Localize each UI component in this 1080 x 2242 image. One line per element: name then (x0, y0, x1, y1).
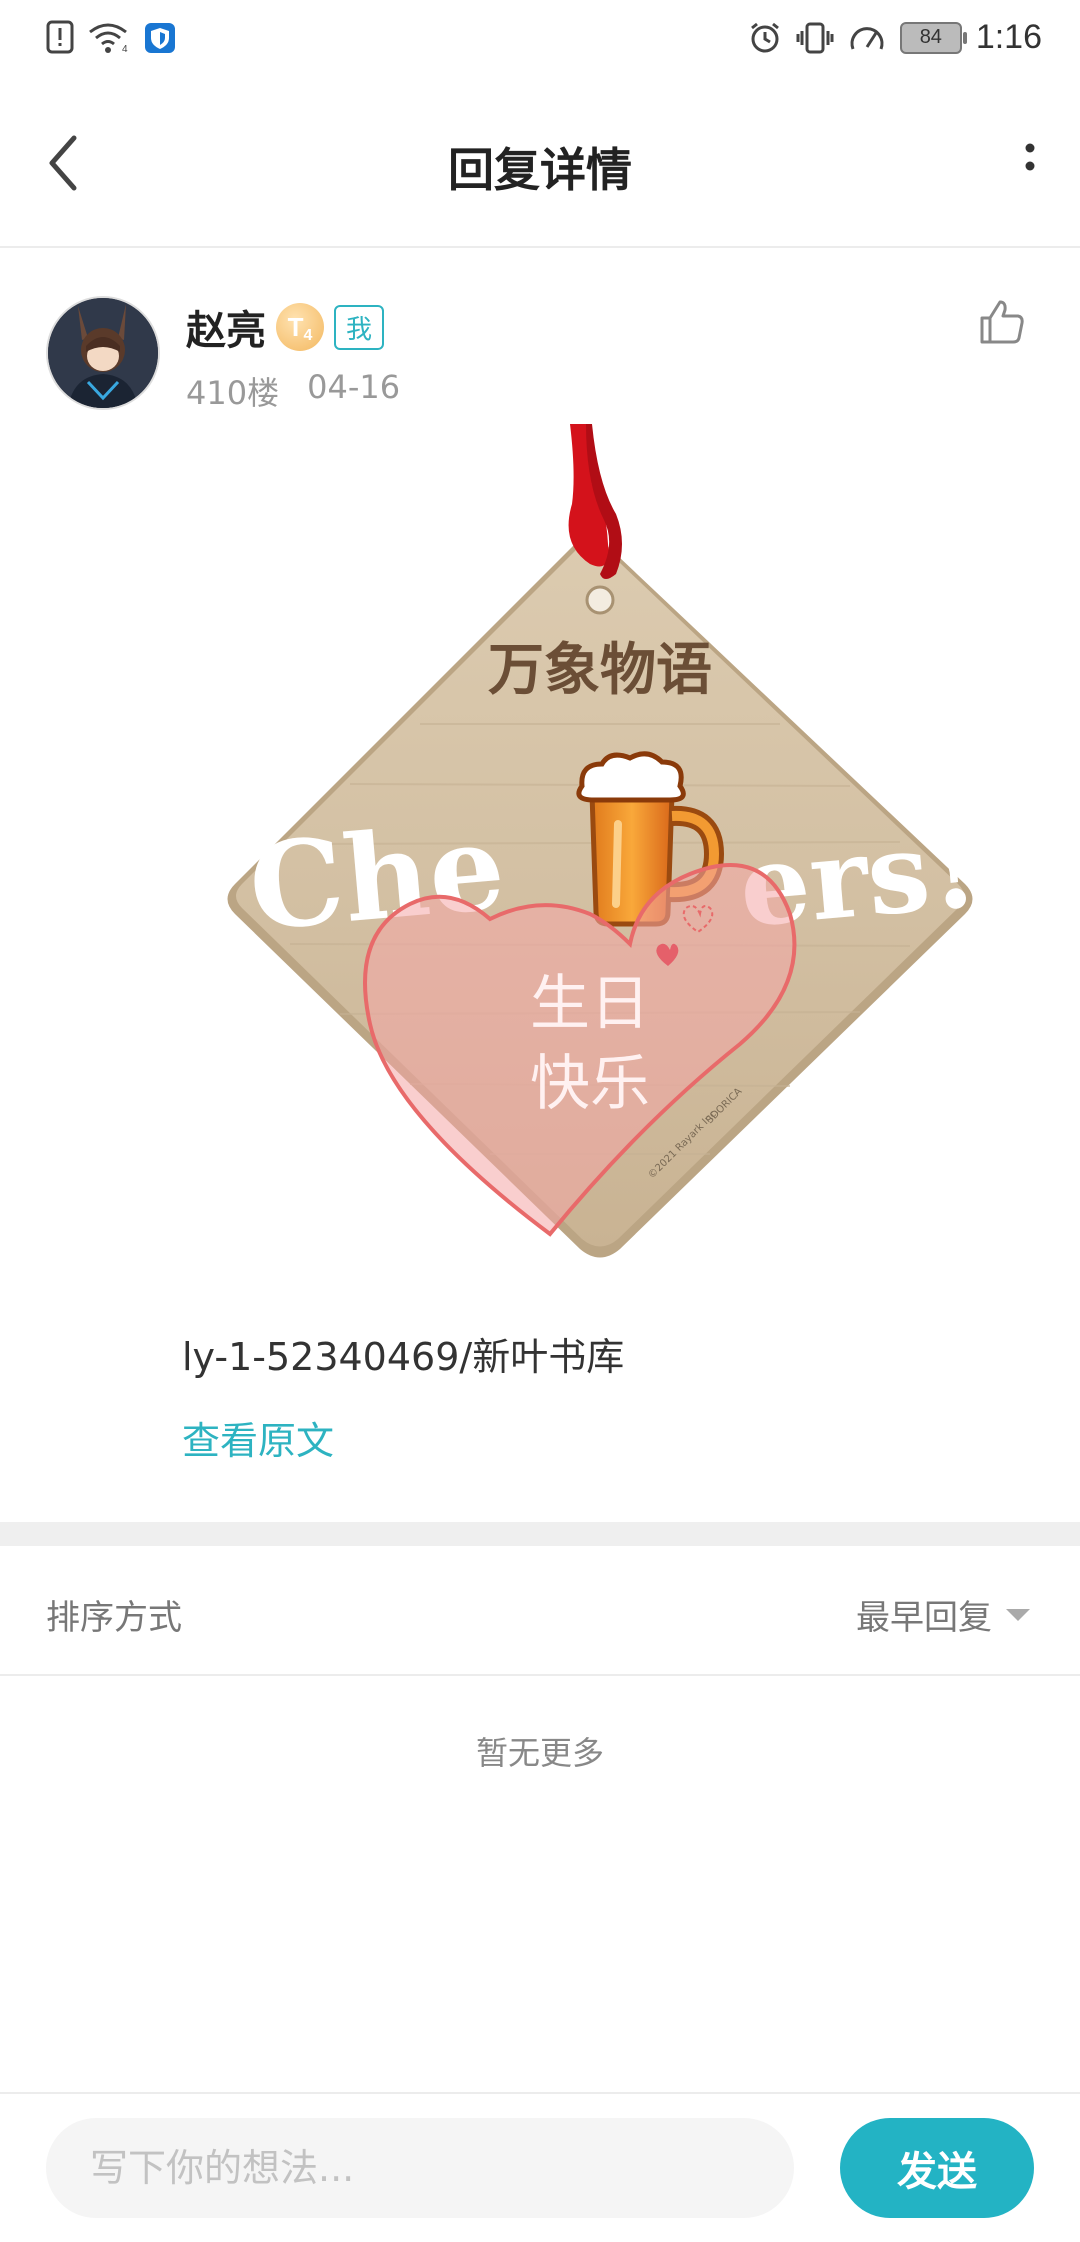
reply-meta: 410楼 04-16 (186, 368, 400, 414)
sort-dropdown[interactable]: 最早回复 (856, 1590, 1030, 1639)
floor-number: 410楼 (186, 374, 280, 412)
caret-down-icon (1006, 1608, 1030, 1621)
alert-icon (46, 20, 74, 54)
sort-label: 排序方式 (46, 1598, 182, 1638)
reply-text: ly-1-52340469/新叶书库 (182, 1335, 625, 1379)
reply-date: 04-16 (307, 368, 401, 406)
level-number: 4 (303, 327, 313, 344)
comment-input[interactable] (46, 2118, 794, 2218)
more-options-icon[interactable] (1018, 140, 1042, 192)
empty-state-text: 暂无更多 (475, 1734, 604, 1772)
avatar[interactable] (46, 296, 160, 410)
status-time: 1:16 (975, 18, 1042, 56)
author-row: 赵亮 T4 我 (186, 298, 385, 356)
status-right-icons: 84 1:16 (748, 18, 1042, 57)
thumbs-up-icon[interactable] (976, 296, 1028, 348)
vibrate-icon (796, 22, 834, 53)
page-title: 回复详情 (448, 143, 632, 197)
heart-text-line2: 快乐 (530, 1049, 650, 1119)
sort-row: 排序方式 最早回复 (0, 1546, 1080, 1676)
status-bar: 4 84 1:16 (0, 0, 1080, 82)
alarm-icon (750, 22, 779, 52)
comment-bar: 发送 (0, 2092, 1080, 2242)
avatar-image (48, 298, 158, 408)
sort-value: 最早回复 (856, 1598, 992, 1638)
brand-logo: 万象物语 (488, 637, 712, 703)
view-original-link[interactable]: 查看原文 (182, 1410, 334, 1465)
status-left-icons: 4 (46, 20, 176, 56)
send-button[interactable]: 发送 (840, 2118, 1034, 2218)
level-letter: T (287, 311, 304, 342)
wifi-icon: 4 (89, 23, 128, 54)
level-badge: T4 (276, 303, 324, 351)
nav-bar: 回复详情 (0, 82, 1080, 248)
post-image[interactable]: 万象物语 Che ers! 生日 快乐 ©2021 Rayark Inc. SD… (220, 424, 980, 1264)
battery-indicator: 84 (899, 21, 967, 54)
svg-text:4: 4 (122, 44, 128, 54)
section-divider (0, 1522, 1080, 1546)
author-name[interactable]: 赵亮 (186, 298, 266, 356)
me-tag: 我 (334, 304, 385, 350)
heart-text-line1: 生日 (530, 969, 650, 1039)
security-shield-icon (145, 23, 175, 53)
battery-level: 84 (919, 26, 942, 48)
speed-gauge-icon (850, 26, 884, 50)
